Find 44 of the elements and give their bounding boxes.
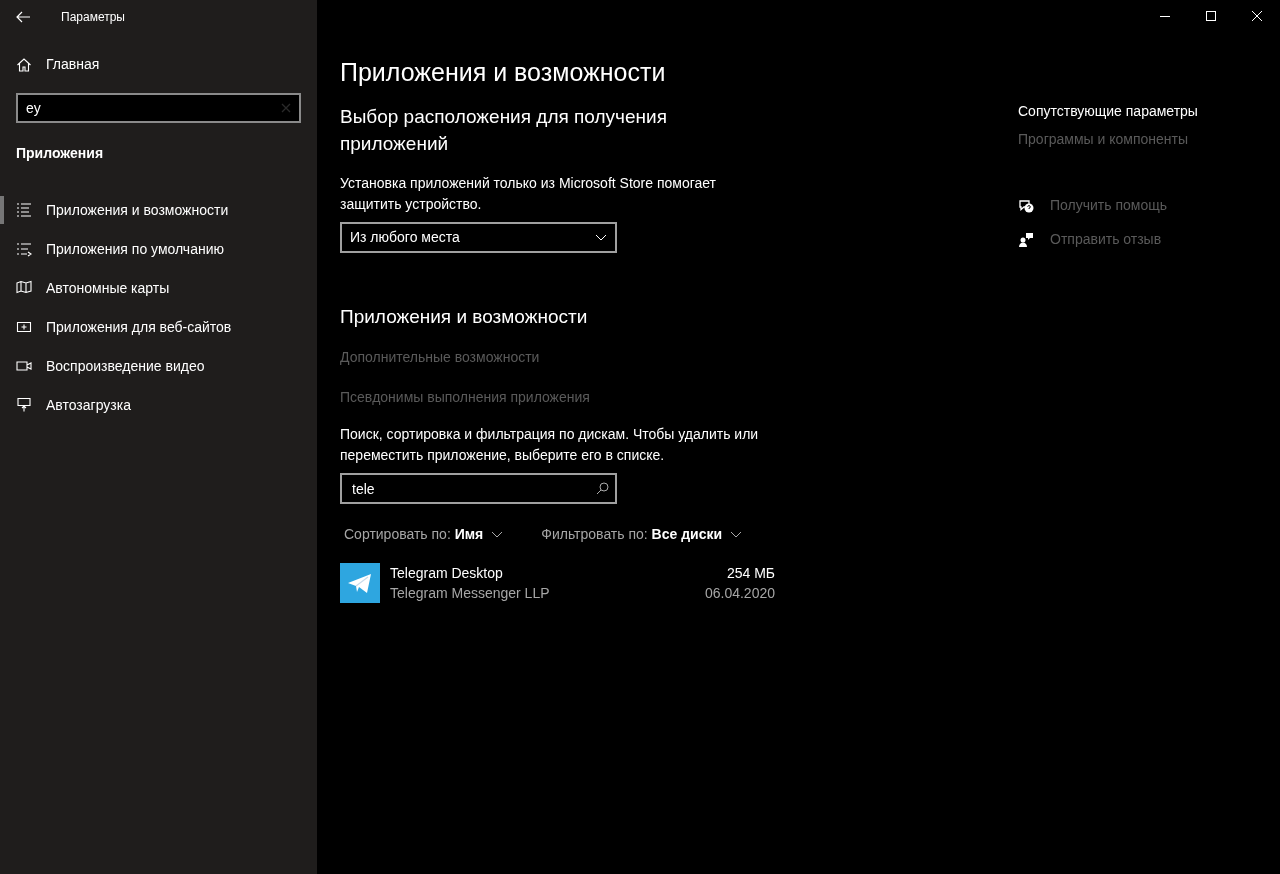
home-icon xyxy=(16,56,32,73)
monitor-arrow-icon xyxy=(16,397,32,413)
settings-search-field[interactable]: ey xyxy=(16,93,301,123)
video-camera-icon xyxy=(16,358,32,374)
chevron-down-icon xyxy=(595,234,607,241)
list-arrow-icon xyxy=(16,241,32,257)
section-heading: Приложения и возможности xyxy=(340,305,589,329)
app-publisher: Telegram Messenger LLP xyxy=(390,584,551,603)
nav-item[interactable]: Приложения для веб-сайтов xyxy=(0,317,317,337)
nav-item[interactable]: Автозагрузка xyxy=(0,395,317,415)
maximize-icon xyxy=(1206,11,1216,21)
paper-plane-icon xyxy=(340,563,380,603)
page-title: Приложения и возможности xyxy=(340,57,667,88)
window-title: Параметры xyxy=(61,9,125,26)
chevron-down-icon xyxy=(730,531,743,538)
description-text: Установка приложений только из Microsoft Store помогает защитить устройство. xyxy=(340,174,718,214)
app-name: Telegram Desktop xyxy=(390,564,504,583)
minimize-icon xyxy=(1160,15,1170,17)
search-icon[interactable] xyxy=(596,482,609,495)
section-heading: Приложения xyxy=(16,144,105,163)
person-chat-icon xyxy=(1018,231,1034,248)
description-text: Поиск, сортировка и фильтрация по дискам. Чтобы удалить или переместить приложение, выберите его в списке. xyxy=(340,425,760,465)
related-heading: Сопутствующие параметры xyxy=(1018,102,1198,121)
nav-item[interactable]: Приложения по умолчанию xyxy=(0,239,317,259)
nav-item[interactable]: Воспроизведение видео xyxy=(0,356,317,376)
back-arrow-icon xyxy=(16,11,30,23)
window-plus-icon xyxy=(16,319,32,335)
home-nav-item[interactable]: Главная xyxy=(16,54,100,75)
app-search-field[interactable]: tele xyxy=(340,473,617,504)
close-icon xyxy=(1252,11,1262,21)
nav-item[interactable]: Приложения и возможности xyxy=(0,200,317,220)
nav-item[interactable]: Автономные карты xyxy=(0,278,317,298)
app-list-item[interactable]: Telegram Desktop Telegram Messenger LLP 254 МБ 06.04.2020 xyxy=(340,563,775,603)
map-icon xyxy=(16,280,32,296)
chat-question-icon xyxy=(1018,197,1034,214)
app-install-date: 06.04.2020 xyxy=(704,584,775,603)
app-size: 254 МБ xyxy=(725,564,775,583)
list-icon xyxy=(16,202,32,218)
selection-indicator xyxy=(0,196,4,224)
section-heading: Выбор расположения для получения приложений xyxy=(340,105,668,156)
sort-dropdown[interactable]: Сортировать по: Имя xyxy=(344,524,504,545)
chevron-down-icon xyxy=(491,531,504,538)
filter-dropdown[interactable]: Фильтровать по: Все диски xyxy=(541,524,743,545)
location-dropdown[interactable]: Из любого места xyxy=(340,222,617,253)
